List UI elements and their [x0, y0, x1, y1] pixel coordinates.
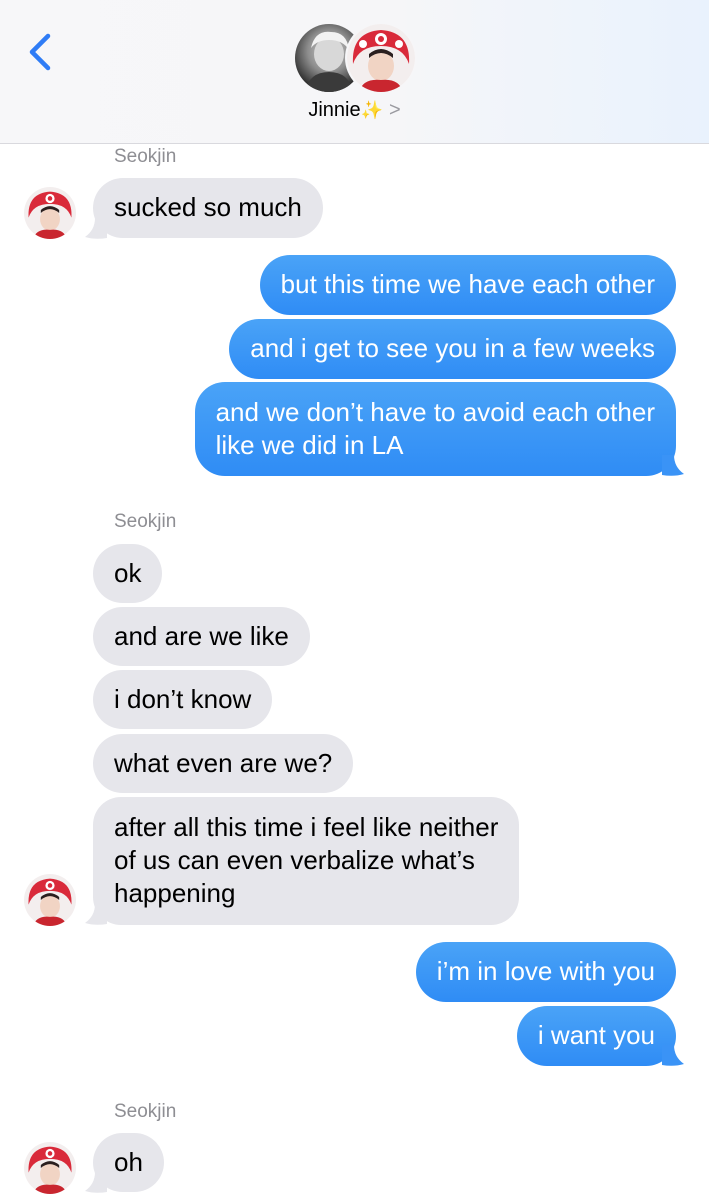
- incoming-message[interactable]: sucked so much: [93, 178, 323, 238]
- conversation-header: Jinnie✨ >: [0, 0, 709, 144]
- chevron-right-icon: >: [389, 99, 401, 121]
- incoming-message[interactable]: after all this time i feel like neither …: [93, 797, 520, 925]
- message-line: of us can even verbalize what’s: [114, 845, 475, 875]
- incoming-message[interactable]: what even are we?: [93, 734, 354, 793]
- sparkle-icon: ✨: [360, 100, 383, 120]
- contact-name[interactable]: Jinnie✨ >: [0, 99, 709, 122]
- incoming-message[interactable]: ok: [93, 544, 163, 603]
- message-line: and we don’t have to avoid each other: [215, 397, 655, 427]
- contact-avatar-photo: [347, 24, 415, 92]
- contact-avatars[interactable]: [295, 24, 417, 94]
- incoming-message[interactable]: and are we like: [93, 607, 310, 666]
- outgoing-message[interactable]: i’m in love with you: [415, 942, 676, 1002]
- bubble-tail: [662, 1045, 684, 1066]
- sender-avatar: [24, 187, 76, 239]
- bubble-tail: [662, 455, 684, 476]
- sender-name: Seokjin: [114, 146, 177, 167]
- bubble-tail: [85, 1172, 107, 1193]
- message-line: like we did in LA: [215, 430, 404, 460]
- sender-avatar: [24, 874, 76, 926]
- outgoing-message[interactable]: but this time we have each other: [259, 255, 676, 315]
- outgoing-message[interactable]: i want you: [516, 1006, 676, 1066]
- incoming-message[interactable]: i don’t know: [93, 670, 273, 729]
- bubble-tail: [85, 218, 107, 239]
- sender-avatar: [24, 1142, 76, 1194]
- outgoing-message[interactable]: and i get to see you in a few weeks: [229, 319, 676, 379]
- chevron-left-icon[interactable]: [22, 30, 62, 74]
- sender-name: Seokjin: [114, 511, 177, 532]
- sender-name: Seokjin: [114, 1101, 177, 1122]
- bubble-tail: [85, 904, 107, 925]
- outgoing-message[interactable]: and we don’t have to avoid each other li…: [194, 382, 676, 476]
- message-line: happening: [114, 878, 236, 908]
- message-line: after all this time i feel like neither: [114, 812, 499, 842]
- contact-name-text: Jinnie: [308, 99, 361, 121]
